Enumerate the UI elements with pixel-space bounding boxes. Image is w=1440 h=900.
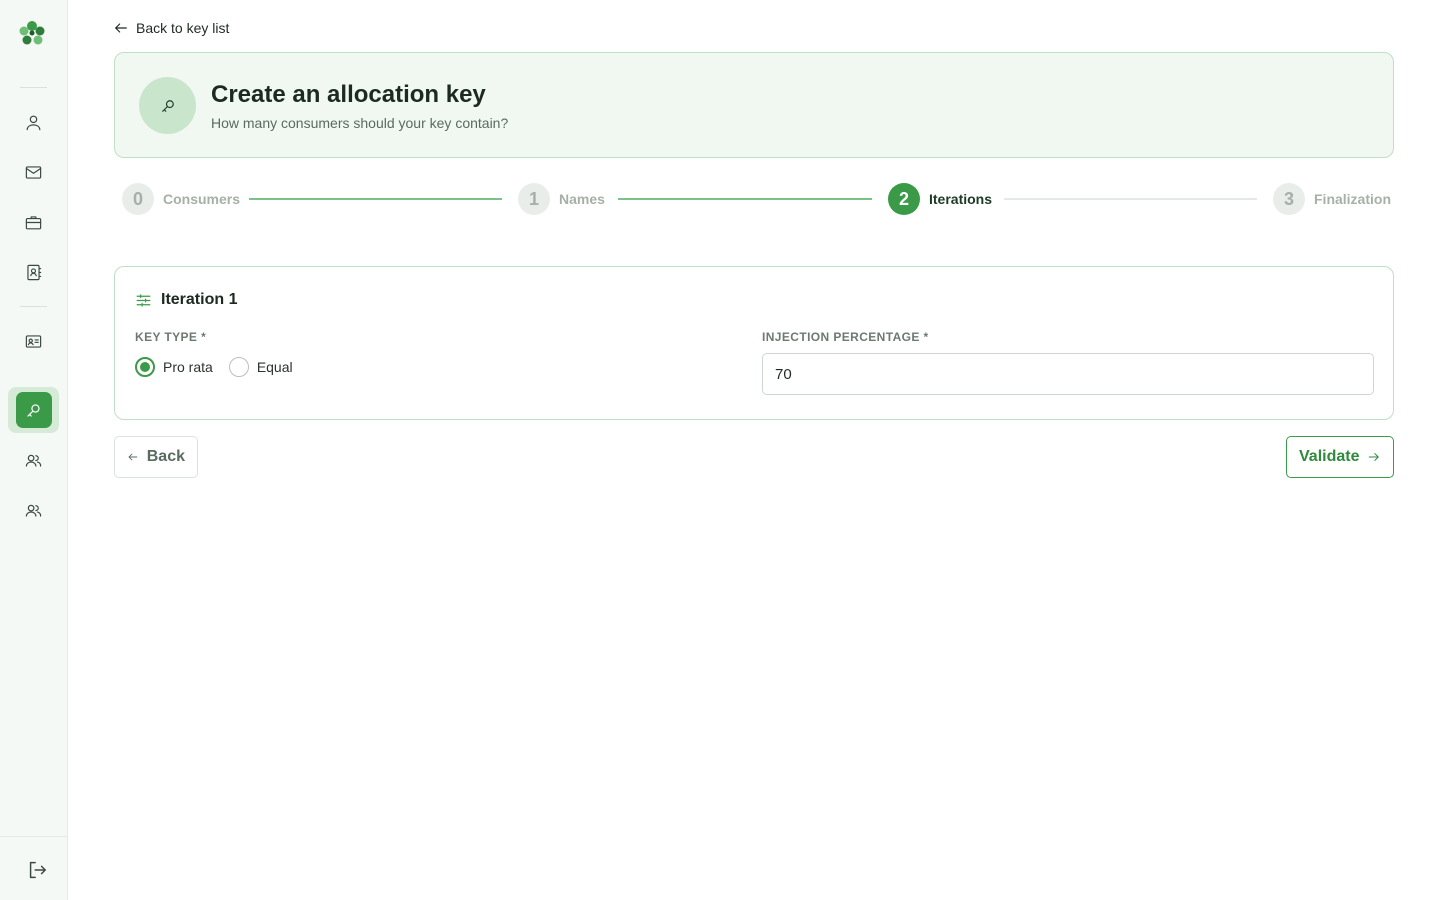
step-iterations[interactable]: 2 Iterations (888, 183, 992, 215)
app-logo[interactable] (17, 18, 47, 48)
step-number: 0 (122, 183, 154, 215)
sidebar-item-consumers[interactable] (8, 437, 59, 483)
arrow-left-icon (128, 453, 138, 461)
users-icon (25, 504, 42, 517)
user-icon (26, 115, 41, 130)
page-title: Create an allocation key (211, 81, 486, 108)
sidebar-item-messages[interactable] (8, 149, 59, 195)
header-icon-badge (139, 77, 196, 134)
key-icon (161, 99, 174, 112)
step-names[interactable]: 1 Names (518, 183, 605, 215)
validate-button-label: Validate (1299, 448, 1360, 465)
sidebar-item-members[interactable] (8, 318, 59, 364)
sidebar-item-producers[interactable] (8, 487, 59, 533)
iteration-card: Iteration 1 KEY TYPE * Pro rata Equal IN… (114, 266, 1394, 420)
sidebar-item-contacts[interactable] (8, 249, 59, 295)
users-icon (25, 454, 42, 467)
back-button-label: Back (146, 448, 185, 465)
id-card-icon (25, 334, 42, 348)
page-header: Create an allocation key How many consum… (114, 52, 1394, 158)
radio-button[interactable] (228, 357, 249, 377)
step-label: Iterations (929, 191, 993, 207)
step-consumers[interactable]: 0 Consumers (122, 183, 240, 215)
briefcase-icon (25, 215, 42, 229)
step-number: 1 (518, 183, 550, 215)
back-link-label: Back to key list (136, 20, 230, 36)
radio-label: Equal (256, 359, 293, 375)
step-number: 3 (1273, 183, 1305, 215)
sidebar-divider (20, 87, 47, 88)
logout-icon (29, 861, 46, 879)
injection-percentage-label: INJECTION PERCENTAGE * (762, 330, 929, 344)
iteration-title: Iteration 1 (161, 291, 238, 308)
sidebar-bottom-divider (0, 836, 68, 837)
radio-pro-rata[interactable]: Pro rata (135, 357, 213, 377)
step-label: Consumers (163, 191, 241, 207)
stepper: 0 Consumers 1 Names 2 Iterations 3 Final… (114, 180, 1394, 218)
arrow-left-icon (115, 23, 127, 33)
page-subtitle: How many consumers should your key conta… (211, 115, 509, 131)
sidebar-divider (20, 306, 47, 307)
stepper-connector (618, 198, 872, 200)
sliders-icon (136, 293, 151, 307)
step-label: Finalization (1314, 191, 1391, 207)
injection-percentage-input[interactable] (762, 353, 1374, 395)
radio-button-checked[interactable] (135, 357, 155, 377)
back-button[interactable]: Back (114, 436, 198, 478)
arrow-right-icon (1369, 453, 1380, 461)
radio-equal[interactable]: Equal (228, 357, 293, 377)
logout-button[interactable] (24, 857, 50, 883)
radio-label: Pro rata (163, 359, 213, 375)
sidebar-item-allocation-keys[interactable] (8, 387, 59, 433)
key-icon (27, 403, 40, 417)
stepper-connector (1004, 198, 1257, 200)
back-to-key-list-link[interactable]: Back to key list (113, 20, 229, 36)
validate-button[interactable]: Validate (1286, 436, 1394, 478)
step-label: Names (559, 191, 605, 207)
contact-book-icon (27, 264, 42, 280)
stepper-connector (249, 198, 502, 200)
mail-icon (25, 165, 42, 179)
sidebar-item-profile[interactable] (8, 99, 59, 145)
sidebar (0, 0, 68, 900)
iteration-heading: Iteration 1 (135, 291, 237, 309)
step-number: 2 (888, 183, 920, 215)
key-type-label: KEY TYPE * (135, 330, 207, 344)
step-finalization[interactable]: 3 Finalization (1273, 183, 1391, 215)
key-type-radio-group: Pro rata Equal (135, 357, 309, 377)
sidebar-item-operations[interactable] (8, 199, 59, 245)
